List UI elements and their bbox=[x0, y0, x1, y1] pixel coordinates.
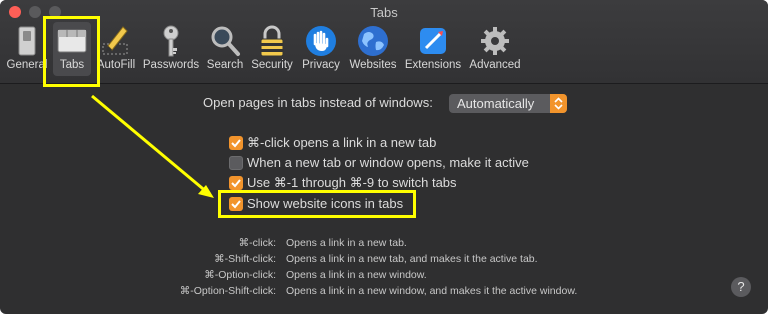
annotation-arrow bbox=[91, 94, 214, 198]
